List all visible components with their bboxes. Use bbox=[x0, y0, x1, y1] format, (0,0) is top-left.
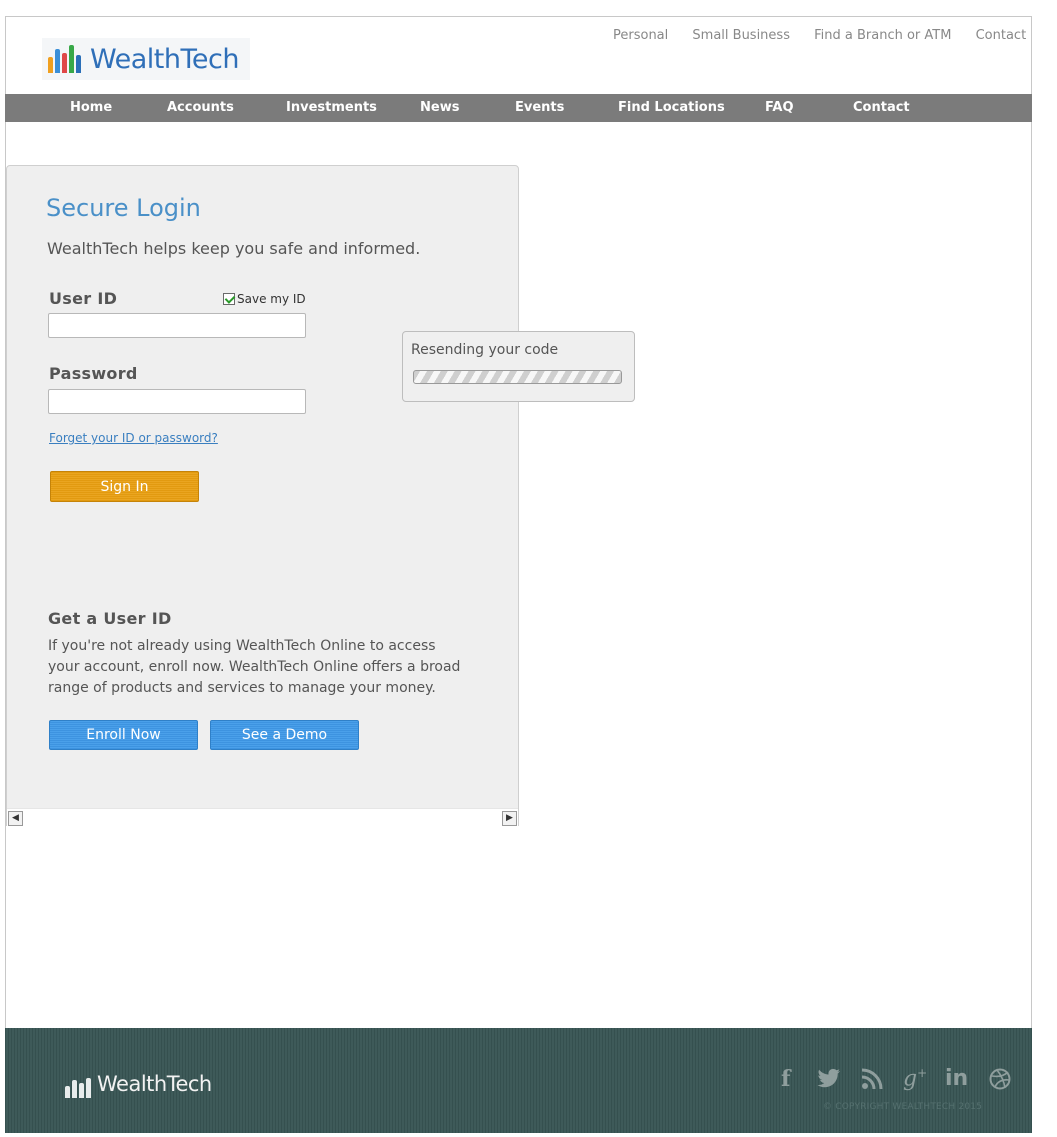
password-label: Password bbox=[49, 364, 138, 383]
copyright-text: © COPYRIGHT WEALTHTECH 2015 bbox=[823, 1102, 983, 1112]
user-id-label: User ID bbox=[49, 289, 118, 308]
logo-bars-icon bbox=[48, 45, 81, 73]
footer-logo-text: WealthTech bbox=[97, 1072, 212, 1096]
top-links: Personal Small Business Find a Branch or… bbox=[613, 28, 1029, 46]
footer: WealthTech f g+ in © COPYRIGHT WEALTHTEC… bbox=[5, 1028, 1032, 1133]
nav-item-home[interactable]: Home bbox=[70, 100, 112, 115]
nav-item-events[interactable]: Events bbox=[515, 100, 564, 115]
sign-in-button[interactable]: Sign In bbox=[50, 471, 199, 502]
login-panel: Secure Login WealthTech helps keep you s… bbox=[6, 165, 519, 826]
save-id-label: Save my ID bbox=[237, 292, 306, 306]
footer-logo[interactable]: WealthTech bbox=[59, 1070, 212, 1098]
main-nav: Home Accounts Investments News Events Fi… bbox=[5, 94, 1032, 122]
scroll-right-icon[interactable]: ▶ bbox=[502, 811, 517, 826]
footer-logo-bars-icon bbox=[65, 1070, 91, 1098]
logo-text: WealthTech bbox=[90, 43, 239, 75]
wealthtech-logo[interactable]: WealthTech bbox=[42, 38, 250, 80]
google-plus-icon[interactable]: g+ bbox=[903, 1066, 927, 1091]
user-id-input[interactable] bbox=[48, 313, 306, 338]
twitter-icon[interactable] bbox=[817, 1068, 841, 1094]
password-input[interactable] bbox=[48, 389, 306, 414]
top-link-contact-us[interactable]: Contact Us bbox=[976, 28, 1029, 43]
login-title: Secure Login bbox=[46, 194, 201, 222]
get-user-id-text: If you're not already using WealthTech O… bbox=[48, 638, 461, 696]
popup-message: Resending your code bbox=[411, 342, 559, 358]
forgot-id-password-link[interactable]: Forget your ID or password? bbox=[49, 431, 218, 445]
top-link-small-business[interactable]: Small Business bbox=[692, 28, 790, 43]
linkedin-icon[interactable]: in bbox=[945, 1066, 968, 1091]
resending-code-popup: Resending your code bbox=[402, 331, 635, 402]
nav-item-investments[interactable]: Investments bbox=[286, 100, 377, 115]
nav-item-news[interactable]: News bbox=[420, 100, 459, 115]
nav-item-faq[interactable]: FAQ bbox=[765, 100, 794, 115]
nav-item-find-locations[interactable]: Find Locations bbox=[618, 100, 725, 115]
nav-item-contact[interactable]: Contact bbox=[853, 100, 910, 115]
get-user-id-title: Get a User ID bbox=[48, 609, 172, 628]
see-demo-button[interactable]: See a Demo bbox=[210, 720, 359, 750]
save-id-checkbox[interactable]: Save my ID bbox=[223, 292, 306, 306]
rss-icon[interactable] bbox=[861, 1068, 883, 1096]
dribbble-icon[interactable] bbox=[989, 1068, 1011, 1096]
enroll-now-button[interactable]: Enroll Now bbox=[49, 720, 198, 750]
scroll-left-icon[interactable]: ◀ bbox=[8, 811, 23, 826]
facebook-icon[interactable]: f bbox=[781, 1066, 790, 1092]
horizontal-scrollbar[interactable]: ◀ ▶ bbox=[7, 808, 518, 826]
login-subtitle: WealthTech helps keep you safe and infor… bbox=[47, 239, 421, 258]
top-link-personal[interactable]: Personal bbox=[613, 28, 668, 43]
checkbox-checked-icon[interactable] bbox=[223, 293, 235, 305]
nav-item-accounts[interactable]: Accounts bbox=[167, 100, 234, 115]
progress-bar bbox=[413, 370, 622, 384]
top-link-find-branch[interactable]: Find a Branch or ATM bbox=[814, 28, 951, 43]
